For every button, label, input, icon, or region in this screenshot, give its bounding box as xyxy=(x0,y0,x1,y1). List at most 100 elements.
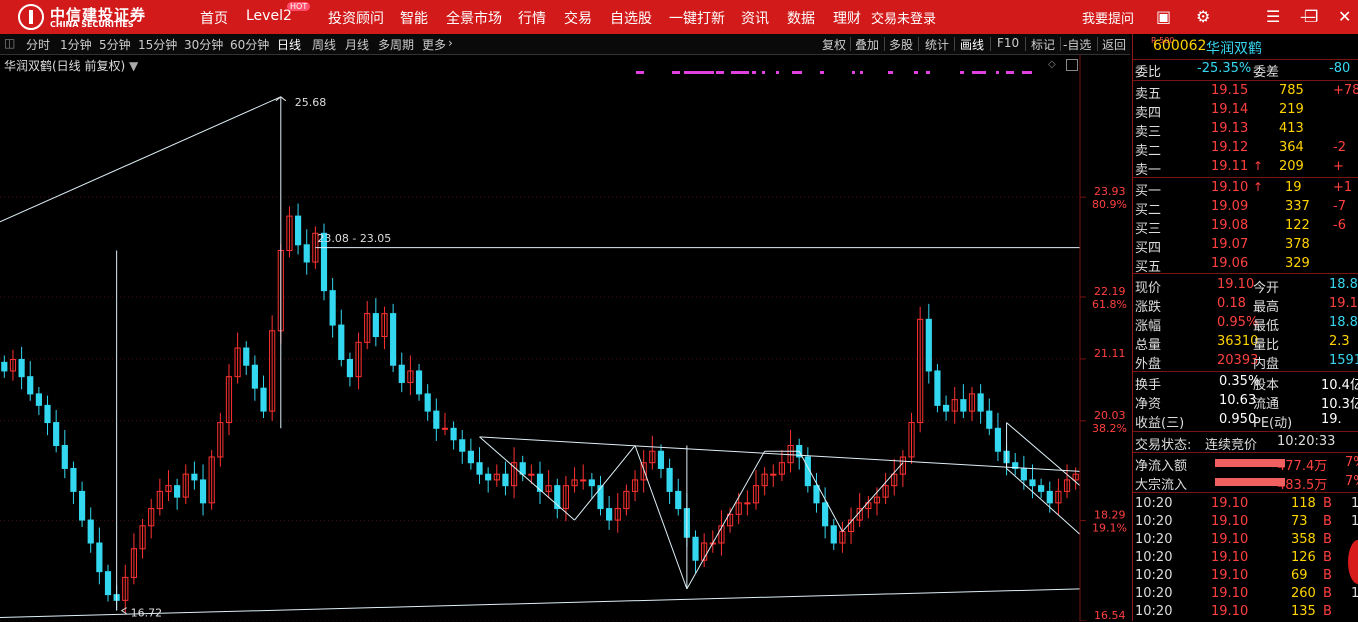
nav-news[interactable]: 资讯 xyxy=(741,8,769,28)
candle-body xyxy=(994,427,1002,452)
tick-price: 19.10 xyxy=(1211,604,1249,619)
stat-label: 内盘 xyxy=(1253,357,1280,372)
ask-label: 卖五 xyxy=(1135,87,1162,102)
tick-time: 10:20 xyxy=(1135,514,1173,529)
period-1min[interactable]: 1分钟 xyxy=(60,36,92,53)
stock-name[interactable]: 华润双鹤 xyxy=(1206,38,1262,58)
tool-mark[interactable]: 标记 xyxy=(1031,36,1055,53)
pattern-zigzag[interactable] xyxy=(686,450,766,590)
nav-quotes[interactable]: 行情 xyxy=(518,8,546,28)
channel-upper[interactable] xyxy=(1006,422,1081,487)
tool-add-watchlist[interactable]: -自选 xyxy=(1063,36,1091,53)
channel-lower[interactable] xyxy=(1006,468,1081,535)
nav-level2[interactable]: Level2 xyxy=(246,8,292,24)
stat-row: 涨跌 0.18 最高 19.1 xyxy=(1133,295,1358,315)
menu-icon[interactable]: ☰ xyxy=(1266,7,1280,26)
kline-chart[interactable]: 23.9380.9% 22.1961.8% 21.11 20.0338.2% 18.29… xyxy=(0,55,1132,621)
broker-logo[interactable]: 中信建投证券 CHINA SECURITIES xyxy=(18,4,168,30)
period-daily[interactable]: 日线 xyxy=(277,36,301,53)
tick-row[interactable]: 10:20 19.10 118 B 1 xyxy=(1133,495,1358,514)
candle-body xyxy=(580,479,587,482)
candle-body xyxy=(1046,490,1053,504)
nav-smart[interactable]: 智能 xyxy=(400,8,428,28)
quote-panel: R 500 600062 华润双鹤 委比 -25.35% 委差 -80 卖五 19… xyxy=(1132,34,1358,621)
stat-value: 18.8 xyxy=(1329,315,1358,330)
candle-body xyxy=(441,427,449,430)
weicha-label: 委差 xyxy=(1253,65,1280,80)
period-multi[interactable]: 多周期 xyxy=(378,36,414,53)
bid-price: 19.10 xyxy=(1211,180,1249,195)
tick-volume: 260 xyxy=(1291,586,1316,601)
flow-row: 净流入额477.4万7% xyxy=(1133,454,1358,474)
feedback-link[interactable]: 我要提问 xyxy=(1082,8,1134,27)
nav-home[interactable]: 首页 xyxy=(200,8,228,28)
candle-body xyxy=(398,364,405,383)
bid-volume: 122 xyxy=(1285,218,1310,233)
tick-volume: 73 xyxy=(1291,514,1308,529)
up-arrow-icon: ↑ xyxy=(1253,180,1264,194)
tick-row[interactable]: 10:20 19.10 260 B 1 xyxy=(1133,585,1358,604)
ask-change: + xyxy=(1333,159,1344,174)
nav-finance[interactable]: 理财 xyxy=(833,8,861,28)
expand-icon[interactable] xyxy=(1066,59,1078,71)
period-5min[interactable]: 5分钟 xyxy=(99,36,131,53)
tool-stats[interactable]: 统计 xyxy=(925,36,949,53)
tool-overlay[interactable]: 叠加 xyxy=(855,36,879,53)
divider xyxy=(990,37,991,51)
signal-mark xyxy=(926,71,930,74)
tool-adjust[interactable]: 复权 xyxy=(822,36,846,53)
login-status[interactable]: 交易未登录 xyxy=(871,8,936,27)
chevron-right-icon[interactable]: › xyxy=(448,36,453,50)
pattern-zigzag[interactable] xyxy=(842,462,904,532)
period-monthly[interactable]: 月线 xyxy=(345,36,369,53)
tool-back[interactable]: 返回 xyxy=(1102,36,1126,53)
candle-body xyxy=(78,490,86,521)
close-icon[interactable]: ✕ xyxy=(1338,7,1351,26)
diamond-icon[interactable]: ◇ xyxy=(1048,59,1056,70)
tick-row[interactable]: 10:20 19.10 69 B xyxy=(1133,567,1358,586)
ask-price: 19.14 xyxy=(1211,102,1249,117)
bid-volume: 337 xyxy=(1285,199,1310,214)
period-more[interactable]: 更多 xyxy=(422,36,446,53)
restore-icon[interactable]: ❐ xyxy=(1304,7,1318,26)
tick-row[interactable]: 10:20 19.10 135 B xyxy=(1133,603,1358,622)
tool-draw[interactable]: 画线 xyxy=(960,36,984,53)
gear-icon[interactable]: ⚙ xyxy=(1196,7,1210,26)
tool-multistock[interactable]: 多股 xyxy=(889,36,913,53)
period-weekly[interactable]: 周线 xyxy=(312,36,336,53)
stat-label: 今开 xyxy=(1253,281,1280,296)
nav-trade[interactable]: 交易 xyxy=(564,8,592,28)
period-30min[interactable]: 30分钟 xyxy=(184,36,223,53)
ask-change: +78 xyxy=(1333,83,1358,98)
period-15min[interactable]: 15分钟 xyxy=(138,36,177,53)
candle-body xyxy=(415,370,423,395)
tool-f10[interactable]: F10 xyxy=(997,36,1019,50)
nav-data[interactable]: 数据 xyxy=(787,8,815,28)
pattern-zigzag[interactable] xyxy=(798,451,843,532)
nav-panorama[interactable]: 全景市场 xyxy=(446,8,502,28)
bid-row: 买三 19.08 122 -6 xyxy=(1133,217,1358,237)
tick-row[interactable]: 10:20 19.10 73 B 1 xyxy=(1133,513,1358,532)
tick-volume: 126 xyxy=(1291,550,1316,565)
nav-advisor[interactable]: 投资顾问 xyxy=(328,8,384,28)
nav-watchlist[interactable]: 自选股 xyxy=(610,8,652,28)
trendline-upper-left[interactable] xyxy=(0,96,282,223)
tick-row[interactable]: 10:20 19.10 126 B xyxy=(1133,549,1358,568)
nav-ipo[interactable]: 一键打新 xyxy=(669,8,725,28)
divider xyxy=(1133,273,1358,274)
period-60min[interactable]: 60分钟 xyxy=(230,36,269,53)
signal-mark xyxy=(888,71,893,74)
tick-row[interactable]: 10:20 19.10 358 B xyxy=(1133,531,1358,550)
bid-price: 19.09 xyxy=(1211,199,1249,214)
ask-volume: 219 xyxy=(1279,102,1304,117)
flow-percent: 7% xyxy=(1345,474,1358,489)
chevron-down-icon[interactable]: ▼ xyxy=(129,59,138,73)
price-annotation: 25.68 xyxy=(295,96,327,109)
stat-label: 现价 xyxy=(1135,281,1162,296)
bid-label: 买三 xyxy=(1135,222,1162,237)
bid-volume: 329 xyxy=(1285,256,1310,271)
cube-icon[interactable]: ▣ xyxy=(1156,7,1171,26)
tick-extra: 1 xyxy=(1351,514,1358,529)
period-intraday[interactable]: 分时 xyxy=(26,36,50,53)
toolbar-grip-icon[interactable]: ◫ xyxy=(4,36,15,50)
